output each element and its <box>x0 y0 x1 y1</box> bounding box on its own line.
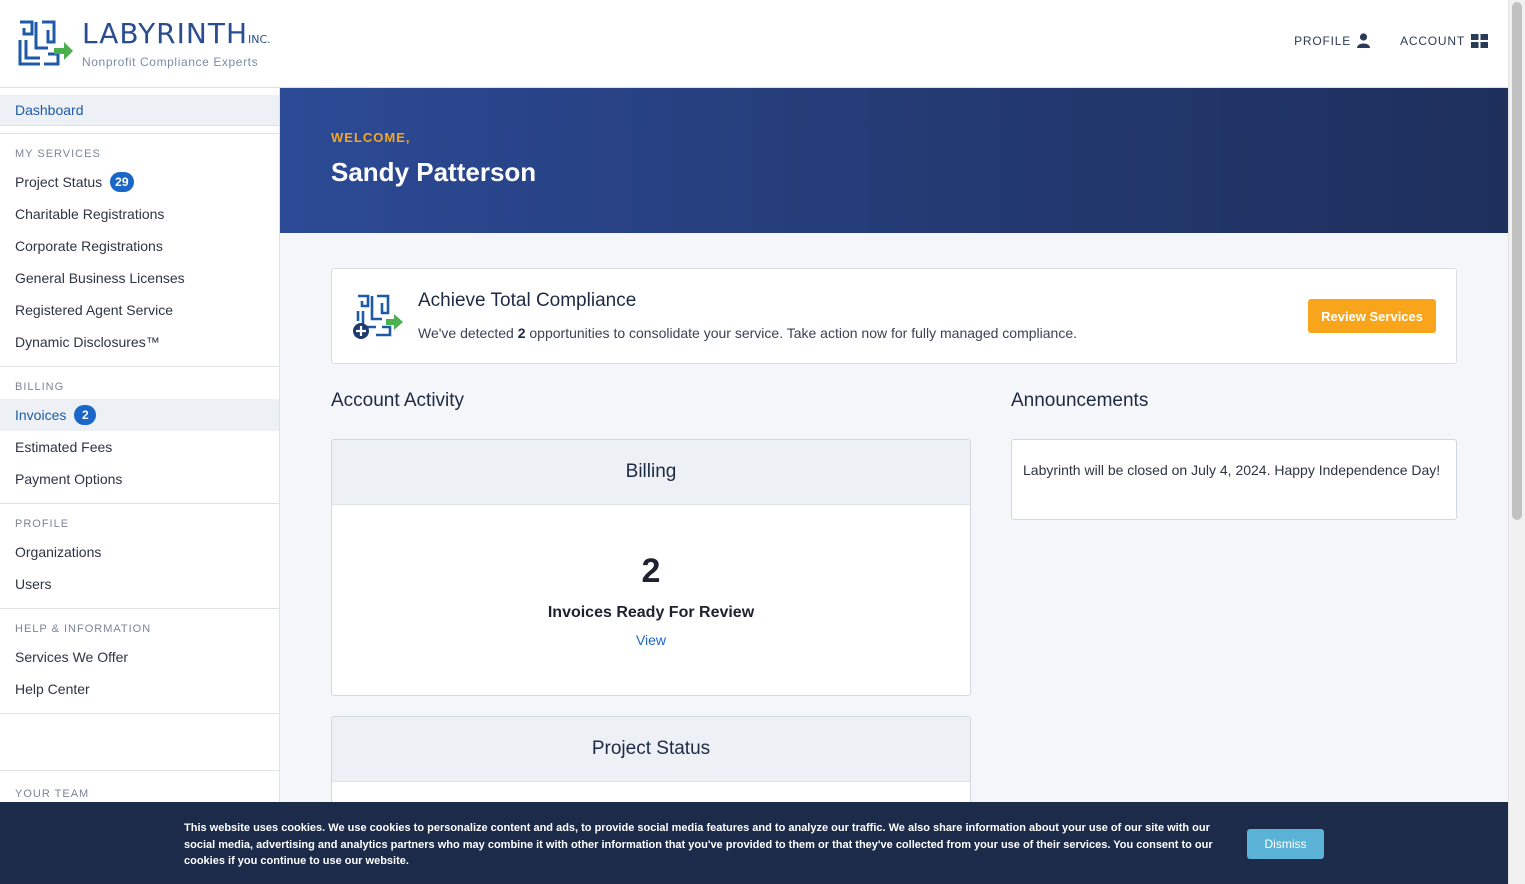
sidebar-item-charitable-registrations[interactable]: Charitable Registrations <box>0 198 279 230</box>
sidebar-item-services-we-offer[interactable]: Services We Offer <box>0 641 279 673</box>
page-scrollbar[interactable] <box>1508 0 1525 884</box>
account-menu[interactable]: ACCOUNT <box>1400 33 1488 48</box>
project-status-badge: 29 <box>110 172 134 192</box>
cookie-message: This website uses cookies. We use cookie… <box>184 822 1213 867</box>
sidebar-item-project-status[interactable]: Project Status 29 <box>0 166 279 198</box>
opportunity-count: 2 <box>517 325 526 341</box>
review-services-button[interactable]: Review Services <box>1308 299 1436 333</box>
invoices-badge: 2 <box>74 405 97 425</box>
sidebar-item-dynamic-disclosures[interactable]: Dynamic Disclosures™ <box>0 326 279 358</box>
sidebar-item-estimated-fees[interactable]: Estimated Fees <box>0 431 279 463</box>
sidebar-section-my-services: MY SERVICES Project Status 29 Charitable … <box>0 134 279 367</box>
invoice-count-label: Invoices Ready For Review <box>547 604 755 621</box>
sidebar-item-organizations[interactable]: Organizations <box>0 536 279 568</box>
sidebar-heading-your-team: YOUR TEAM <box>15 788 90 800</box>
logo-tagline: Nonprofit Compliance Experts <box>82 55 259 69</box>
compliance-title: Achieve Total Compliance <box>418 290 637 311</box>
logo-wordmark: LABYRINTHINC. <box>82 17 271 50</box>
sidebar-section-profile: PROFILE Organizations Users <box>0 504 279 609</box>
top-header: LABYRINTHINC. Nonprofit Compliance Exper… <box>0 0 1508 88</box>
user-name: Sandy Patterson <box>331 157 537 187</box>
sidebar-item-invoices[interactable]: Invoices 2 <box>0 399 279 431</box>
sidebar-item-help-center[interactable]: Help Center <box>0 673 279 705</box>
compliance-card: Achieve Total Compliance We've detected … <box>331 268 1457 364</box>
sidebar-section-billing: BILLING Invoices 2 Estimated Fees Payment… <box>0 367 279 504</box>
project-status-card-title: Project Status <box>332 717 970 782</box>
billing-card-title: Billing <box>332 440 970 505</box>
welcome-label: WELCOME, <box>331 130 411 145</box>
welcome-banner: WELCOME, Sandy Patterson <box>280 88 1508 233</box>
sidebar-heading: BILLING <box>15 381 65 393</box>
sidebar-item-general-business-licenses[interactable]: General Business Licenses <box>0 262 279 294</box>
sidebar-item-corporate-registrations[interactable]: Corporate Registrations <box>0 230 279 262</box>
sidebar-item-users[interactable]: Users <box>0 568 279 600</box>
sidebar-spacer <box>0 714 279 771</box>
account-activity-heading: Account Activity <box>331 390 465 411</box>
scrollbar-thumb[interactable] <box>1512 2 1522 520</box>
sidebar-item-payment-options[interactable]: Payment Options <box>0 463 279 495</box>
announcements-heading: Announcements <box>1011 390 1149 411</box>
sidebar-heading: PROFILE <box>15 518 70 530</box>
announcement-item: Labyrinth will be closed on July 4, 2024… <box>1011 439 1457 520</box>
billing-card: Billing 2 Invoices Ready For Review View <box>331 439 971 696</box>
compliance-message: We've detected 2 opportunities to consol… <box>418 325 1077 341</box>
view-invoices-link[interactable]: View <box>332 632 970 648</box>
sidebar-item-dashboard[interactable]: Dashboard <box>0 95 279 126</box>
dismiss-button[interactable]: Dismiss <box>1247 829 1324 859</box>
grid-icon <box>1471 33 1488 48</box>
person-icon <box>1357 33 1371 48</box>
sidebar-section-help: HELP & INFORMATION Services We Offer Hel… <box>0 609 279 714</box>
labyrinth-maze-icon <box>18 20 73 66</box>
cookie-banner: This website uses cookies. We use cookie… <box>0 802 1508 884</box>
sidebar-item-registered-agent-service[interactable]: Registered Agent Service <box>0 294 279 326</box>
profile-menu[interactable]: PROFILE <box>1294 33 1371 48</box>
top-nav: PROFILE ACCOUNT <box>1294 33 1488 48</box>
sidebar-heading: HELP & INFORMATION <box>15 623 152 635</box>
sidebar: Dashboard MY SERVICES Project Status 29 C… <box>0 88 280 884</box>
invoice-count: 2 <box>641 552 661 590</box>
sidebar-heading: MY SERVICES <box>15 148 101 160</box>
compliance-maze-icon <box>353 294 403 339</box>
labyrinth-logo[interactable]: LABYRINTHINC. Nonprofit Compliance Exper… <box>18 18 271 69</box>
